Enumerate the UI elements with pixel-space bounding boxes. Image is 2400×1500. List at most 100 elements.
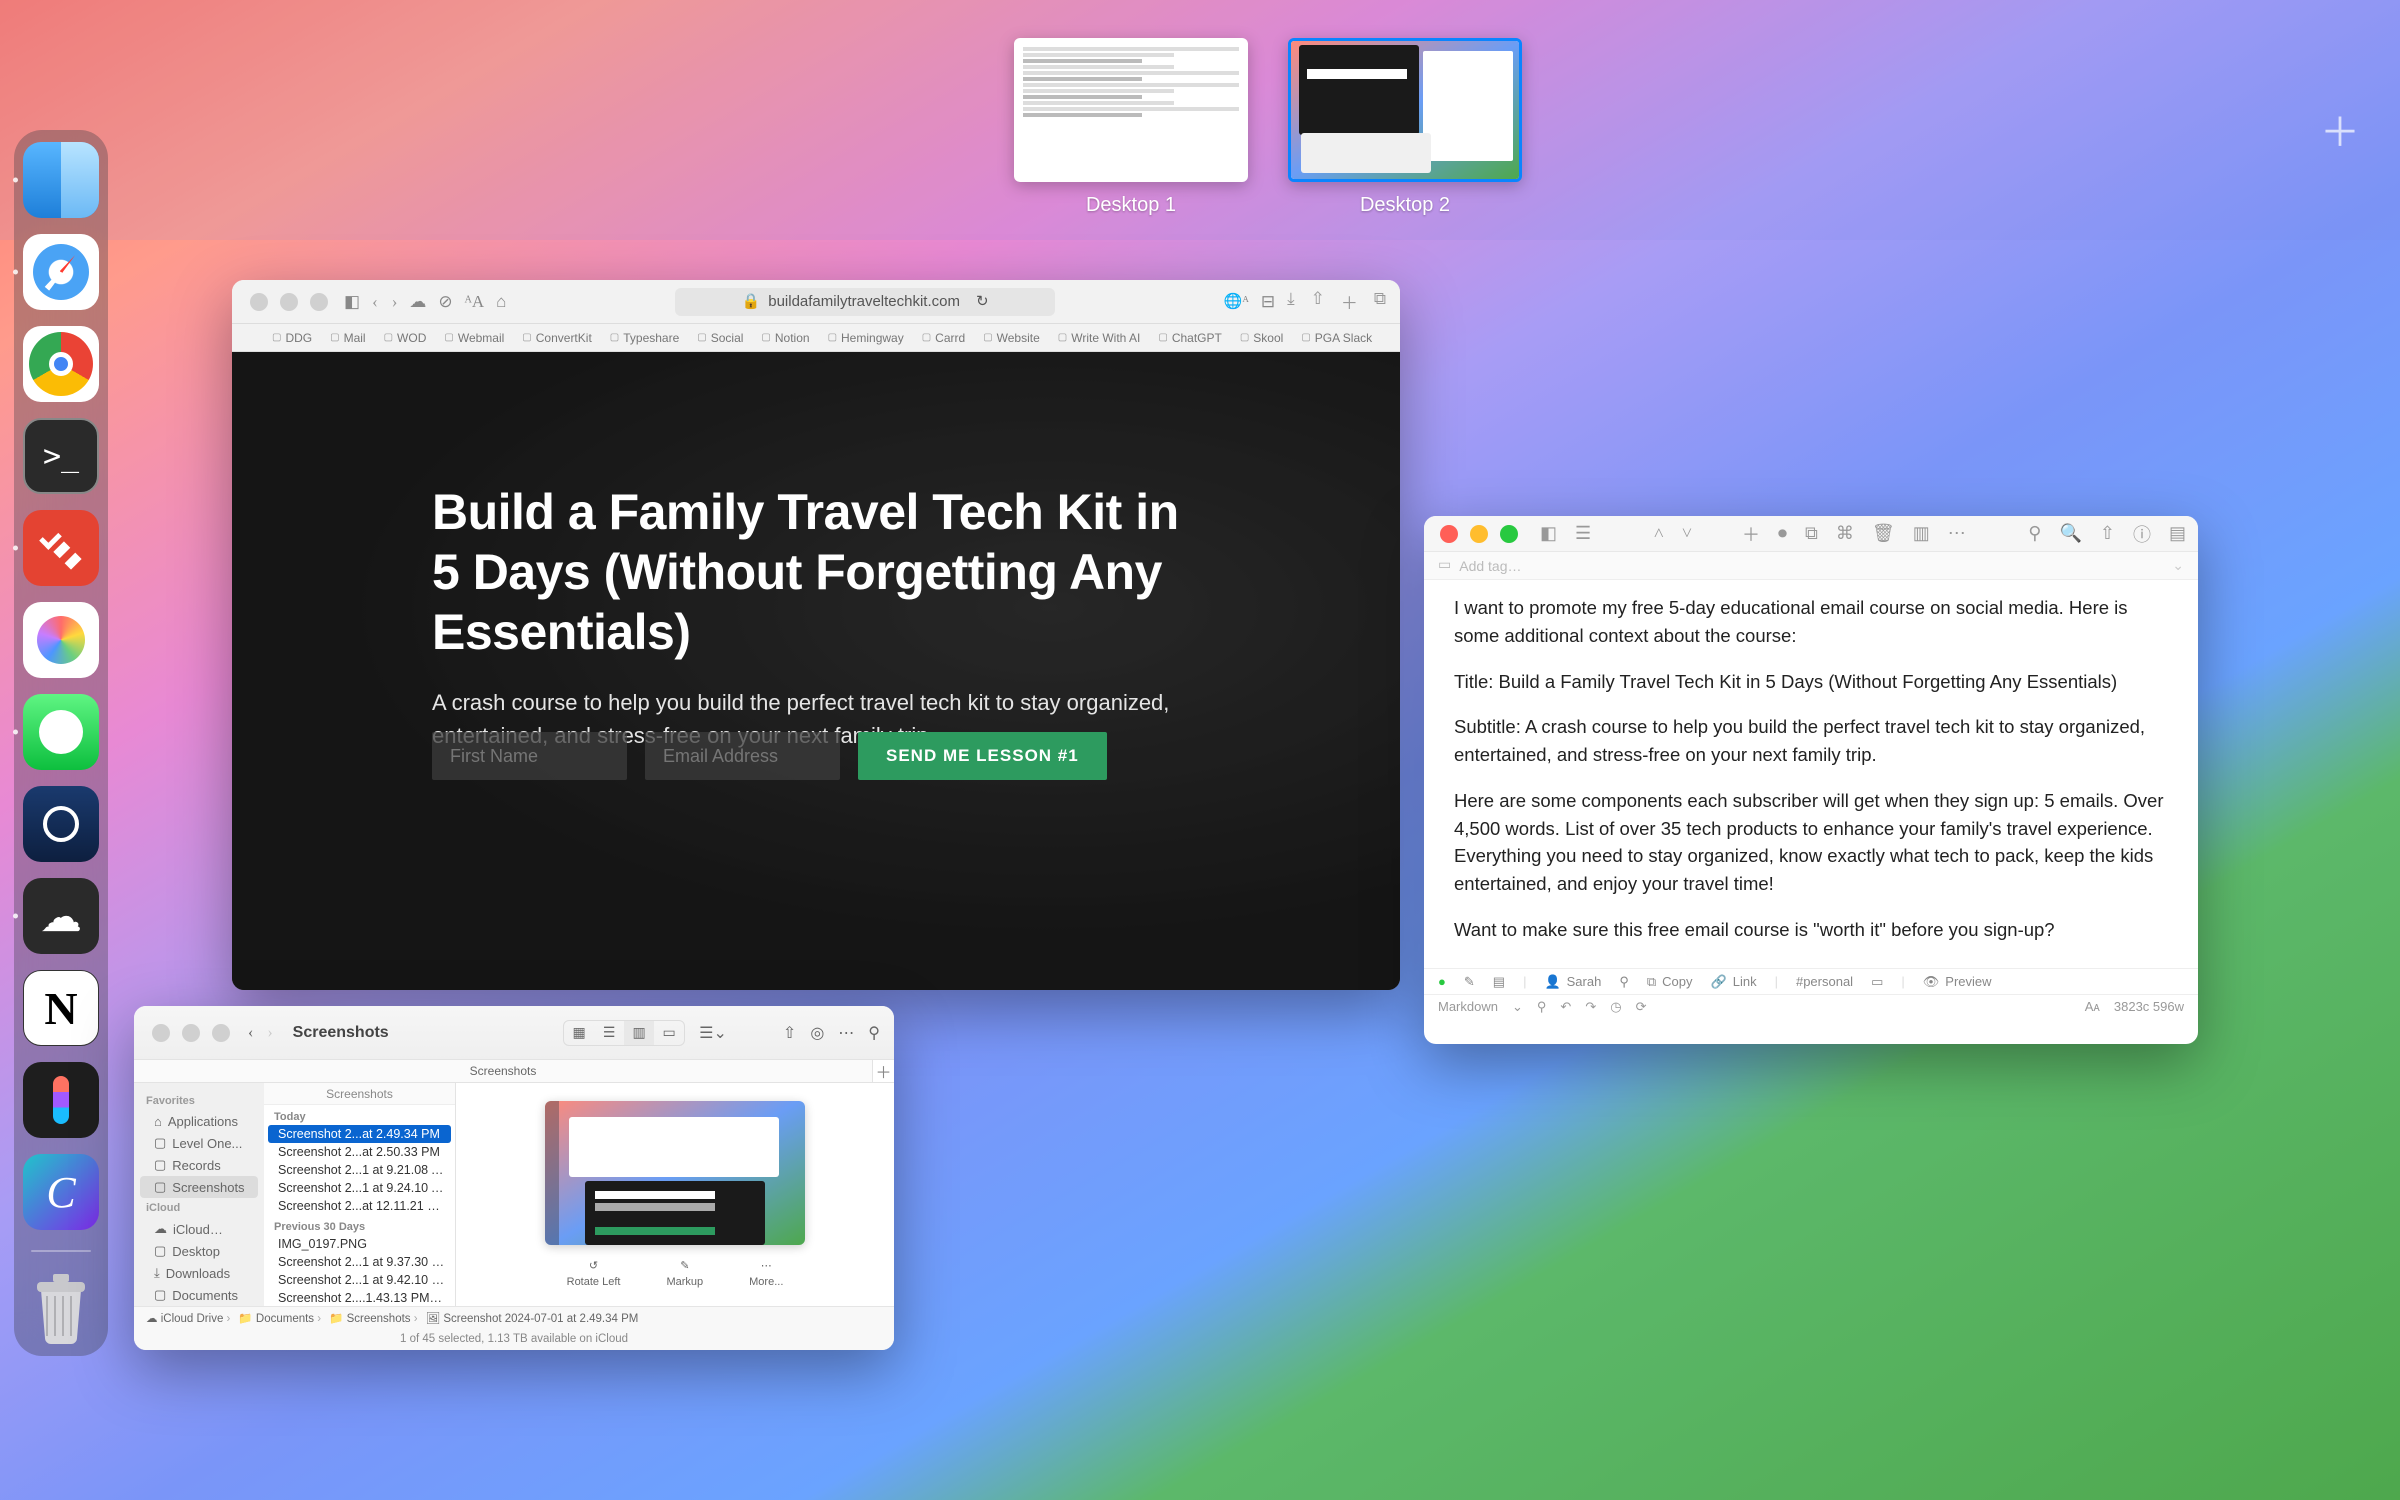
mic-icon[interactable]: ⏺ <box>1778 523 1787 544</box>
info-icon[interactable]: ⓘ <box>2133 521 2151 547</box>
archive-icon[interactable]: ▥ <box>1913 523 1930 544</box>
shield-icon[interactable]: ⊘ <box>438 292 452 312</box>
sidebar-item[interactable]: ▢Desktop <box>134 1240 264 1262</box>
dock-safari-icon[interactable] <box>23 234 99 310</box>
reload-icon[interactable]: ↻ <box>976 292 989 311</box>
safari-traffic-lights[interactable] <box>246 293 332 311</box>
download-icon[interactable]: ⤓ <box>1287 289 1295 314</box>
search-icon[interactable]: ⚲ <box>868 1023 880 1043</box>
bookmark-item[interactable]: Notion <box>761 331 809 345</box>
bookmark-item[interactable]: Write With AI <box>1058 331 1141 345</box>
copy-button[interactable]: ⧉ Copy <box>1647 974 1693 990</box>
file-row-selected[interactable]: Screenshot 2...at 2.49.34 PM <box>268 1125 451 1143</box>
rotate-left-button[interactable]: ↺Rotate Left <box>567 1259 621 1288</box>
send-lesson-button[interactable]: SEND ME LESSON #1 <box>858 732 1107 780</box>
share-icon[interactable]: ⇧ <box>1311 289 1325 314</box>
file-row[interactable]: Screenshot 2...at 2.50.33 PM <box>264 1143 455 1161</box>
bear-traffic-lights[interactable] <box>1436 525 1522 543</box>
sidebar-toggle-icon[interactable]: ◧ <box>1540 523 1557 544</box>
add-desktop-button[interactable]: ＋ <box>2320 100 2360 158</box>
sidebar-item[interactable]: ▢Level One... <box>134 1132 264 1154</box>
tabs-icon[interactable]: ⧉ <box>1374 289 1386 314</box>
sidebar-item[interactable]: ▢Records <box>134 1154 264 1176</box>
file-row[interactable]: IMG_0197.PNG <box>264 1235 455 1253</box>
back-icon[interactable]: ‹ <box>248 1024 253 1042</box>
tag-chip[interactable]: #personal <box>1796 974 1853 989</box>
preview-button[interactable]: 👁 Preview <box>1923 974 1992 990</box>
reader-icon[interactable]: ⊟ <box>1261 292 1275 312</box>
editor-mode[interactable]: Markdown <box>1438 999 1498 1014</box>
person-chip[interactable]: 👤 Sarah <box>1544 974 1601 990</box>
bookmark-item[interactable]: Carrd <box>922 331 965 345</box>
undo-icon[interactable]: ↶ <box>1560 999 1571 1015</box>
dock-trash-icon[interactable] <box>27 1272 95 1344</box>
forward-icon[interactable]: › <box>267 1024 272 1042</box>
file-row[interactable]: Screenshot 2....1.43.13 PM.png <box>264 1289 455 1306</box>
bear-note-body[interactable]: I want to promote my free 5-day educatio… <box>1424 580 2198 968</box>
dock-1password-icon[interactable] <box>23 786 99 862</box>
zoom-icon[interactable]: 🔍 <box>2059 523 2081 544</box>
redo-icon[interactable]: ↷ <box>1585 999 1596 1015</box>
panel-icon[interactable]: ▤ <box>2169 523 2186 544</box>
new-tab-icon[interactable]: ＋ <box>1341 289 1358 314</box>
translate-icon[interactable]: 🌐ᴬ <box>1224 292 1249 311</box>
tags-icon[interactable]: ◎ <box>810 1023 824 1043</box>
dock-messages-icon[interactable] <box>23 694 99 770</box>
sidebar-item[interactable]: ▢Documents <box>134 1284 264 1306</box>
bookmark-item[interactable]: Webmail <box>444 331 504 345</box>
down-icon[interactable]: ˅ <box>1682 523 1692 544</box>
sidebar-icon[interactable]: ◧ <box>344 292 360 312</box>
bookmark-item[interactable]: ChatGPT <box>1158 331 1221 345</box>
mission-control-desktop-1[interactable] <box>1014 38 1248 182</box>
trash-icon[interactable]: 🗑 <box>1872 523 1895 544</box>
search-icon[interactable]: ⚲ <box>2028 523 2041 544</box>
search-small-icon[interactable]: ⚲ <box>1619 974 1629 990</box>
input-icon[interactable]: ▭ <box>1871 974 1883 990</box>
markup-button[interactable]: ✎Markup <box>666 1259 703 1288</box>
file-row[interactable]: Screenshot 2...1 at 9.24.10 AM <box>264 1179 455 1197</box>
list-icon[interactable]: ☰ <box>1575 523 1591 544</box>
email-input[interactable] <box>645 732 840 780</box>
bookmark-item[interactable]: ConvertKit <box>522 331 591 345</box>
bookmark-item[interactable]: Skool <box>1240 331 1283 345</box>
sidebar-item[interactable]: ⌂Applications <box>134 1111 264 1132</box>
bookmark-item[interactable]: WOD <box>384 331 427 345</box>
bookmark-item[interactable]: DDG <box>272 331 312 345</box>
history-icon[interactable]: ◷ <box>1610 999 1621 1015</box>
mission-control-desktop-2-active[interactable] <box>1288 38 1522 182</box>
bookmark-item[interactable]: Social <box>697 331 743 345</box>
attach-icon[interactable]: ⧉ <box>1805 523 1818 544</box>
preview-thumbnail[interactable] <box>545 1101 805 1245</box>
dock-terminal-icon[interactable] <box>23 418 99 494</box>
bookmark-item[interactable]: Typeshare <box>610 331 680 345</box>
dock-finder-icon[interactable] <box>23 142 99 218</box>
file-row[interactable]: Screenshot 2...1 at 9.42.10 PM <box>264 1271 455 1289</box>
file-row[interactable]: Screenshot 2...1 at 9.37.30 PM <box>264 1253 455 1271</box>
more-icon[interactable]: ⋯ <box>1948 523 1966 544</box>
dock-todoist-icon[interactable] <box>23 510 99 586</box>
bookmark-item[interactable]: Website <box>983 331 1040 345</box>
home-icon[interactable]: ⌂ <box>496 292 506 312</box>
bookmark-item[interactable]: Mail <box>330 331 365 345</box>
dock-photos-icon[interactable] <box>23 602 99 678</box>
bookmark-item[interactable]: Hemingway <box>828 331 904 345</box>
dock-cloud-icon[interactable] <box>23 878 99 954</box>
cloud-icon[interactable]: ☁︎ <box>409 292 426 312</box>
finder-path-bar[interactable]: ☁ iCloud Drive 📁 Documents 📁 Screenshots… <box>134 1306 894 1328</box>
share-icon[interactable]: ⇧ <box>2100 523 2115 544</box>
sidebar-item[interactable]: ⤓Downloads <box>134 1262 264 1284</box>
back-icon[interactable]: ‹ <box>372 292 378 312</box>
share-icon[interactable]: ⇧ <box>783 1023 796 1043</box>
up-icon[interactable]: ˄ <box>1654 523 1664 544</box>
dock-figma-icon[interactable] <box>23 1062 99 1138</box>
first-name-input[interactable] <box>432 732 627 780</box>
group-icon[interactable]: ☰⌄ <box>699 1023 727 1043</box>
file-row[interactable]: Screenshot 2...1 at 9.21.08 AM <box>264 1161 455 1179</box>
plus-icon[interactable]: ＋ <box>1742 521 1760 547</box>
new-tab-button[interactable]: ＋ <box>872 1060 894 1082</box>
finder-tab[interactable]: Screenshots <box>134 1060 872 1082</box>
forward-icon[interactable]: › <box>392 292 398 312</box>
pencil-icon[interactable]: ✎ <box>1464 974 1475 990</box>
finder-traffic-lights[interactable] <box>148 1024 234 1042</box>
bookmark-item[interactable]: PGA Slack <box>1301 331 1372 345</box>
